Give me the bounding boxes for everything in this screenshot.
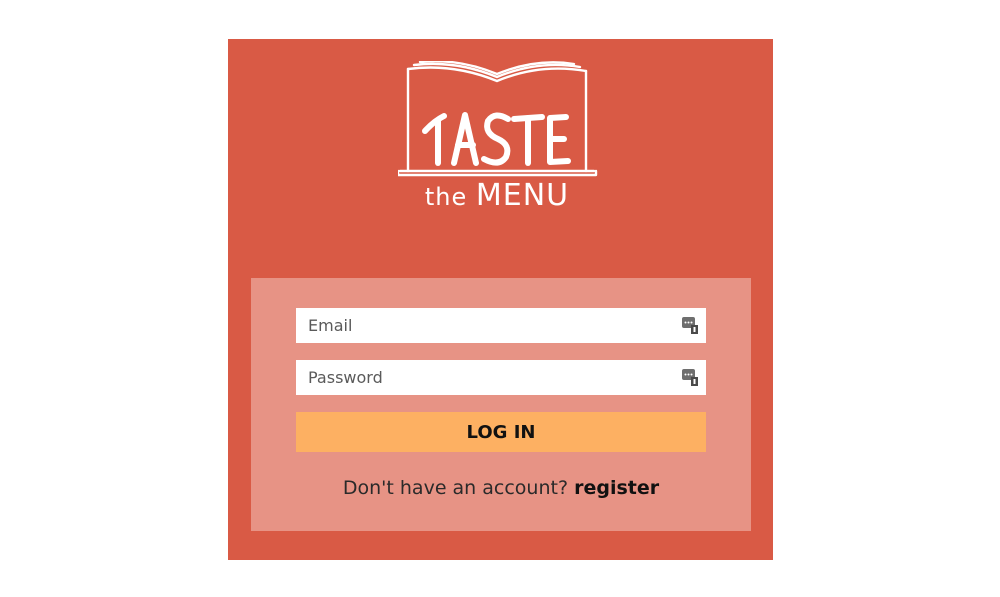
register-prompt: Don't have an account? register xyxy=(251,477,751,499)
login-button[interactable]: LOG IN xyxy=(296,412,706,452)
taste-the-menu-logo: the MENU xyxy=(398,61,604,213)
register-prompt-text: Don't have an account? xyxy=(342,477,575,499)
login-panel: LOG IN Don't have an account? register xyxy=(251,278,751,531)
password-manager-key-icon[interactable] xyxy=(682,369,698,386)
password-field-wrapper xyxy=(296,360,706,395)
email-input[interactable] xyxy=(296,308,706,343)
register-link[interactable]: register xyxy=(574,477,659,499)
login-card: the MENU LO xyxy=(228,39,773,560)
password-manager-key-icon[interactable] xyxy=(682,317,698,334)
email-field-wrapper xyxy=(296,308,706,343)
password-input[interactable] xyxy=(296,360,706,395)
logo-subtitle: the MENU xyxy=(425,178,569,213)
